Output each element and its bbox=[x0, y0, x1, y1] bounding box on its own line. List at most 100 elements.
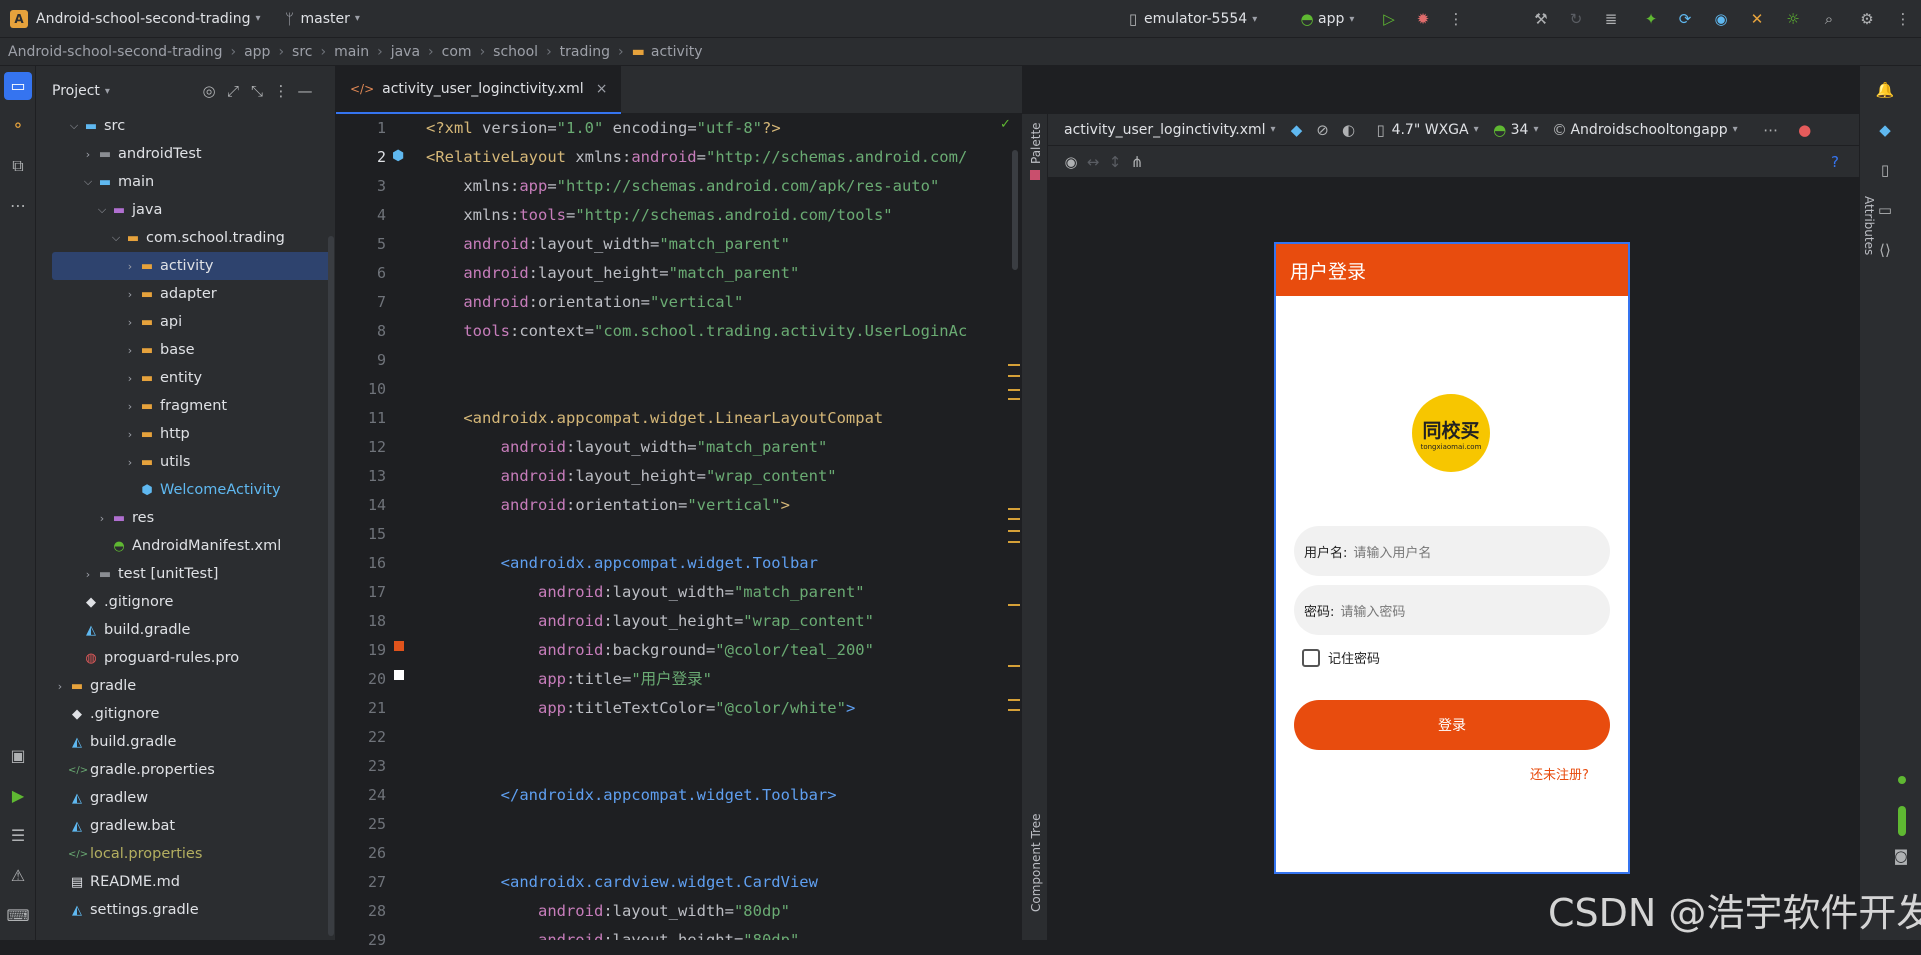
debug-icon[interactable]: ✹ bbox=[1412, 9, 1434, 29]
chevron-right-icon[interactable]: › bbox=[80, 148, 96, 161]
tree-row-adapter[interactable]: › ▬ adapter bbox=[36, 280, 335, 308]
api-level-selector[interactable]: ◓ 34 ▾ bbox=[1489, 120, 1538, 140]
tree-row-com-school-trading[interactable]: ⌵ ▬ com.school.trading bbox=[36, 224, 335, 252]
chevron-right-icon[interactable]: › bbox=[52, 680, 68, 693]
chevron-right-icon[interactable]: › bbox=[122, 288, 138, 301]
chevron-right-icon[interactable]: › bbox=[122, 428, 138, 441]
structure-icon[interactable]: ⧉ bbox=[0, 146, 36, 186]
breadcrumb-item[interactable]: school bbox=[493, 44, 538, 60]
chevron-right-icon[interactable]: › bbox=[122, 260, 138, 273]
night-mode-icon[interactable]: ◐ bbox=[1338, 120, 1360, 140]
layout-file-selector[interactable]: activity_user_loginctivity.xml ▾ bbox=[1064, 122, 1276, 138]
tree-row-fragment[interactable]: › ▬ fragment bbox=[36, 392, 335, 420]
run-config-selector[interactable]: ◓ app ▾ bbox=[1296, 9, 1354, 29]
project-switcher[interactable]: A Android-school-second-trading ▾ bbox=[10, 9, 261, 28]
tree-scrollbar[interactable] bbox=[328, 236, 334, 936]
hide-icon[interactable]: — bbox=[294, 81, 316, 101]
device-size-selector[interactable]: ▯ 4.7" WXGA ▾ bbox=[1370, 120, 1478, 140]
device-manager-tool-icon[interactable]: ▯ bbox=[1874, 160, 1896, 180]
run-tool-icon[interactable]: ▶ bbox=[0, 776, 36, 816]
remember-password-checkbox[interactable]: 记住密码 bbox=[1302, 648, 1380, 667]
profiler-icon[interactable]: ≣ bbox=[1600, 9, 1622, 29]
app-inspection-icon[interactable]: ⚠ bbox=[0, 856, 36, 896]
tree-row-proguard-rules-pro[interactable]: ◍ proguard-rules.pro bbox=[36, 644, 335, 672]
chevron-down-icon[interactable]: ⌵ bbox=[80, 175, 96, 189]
more-icon[interactable]: ⋯ bbox=[1760, 120, 1782, 140]
chevron-right-icon[interactable]: › bbox=[122, 456, 138, 469]
layout-preview[interactable]: 用户登录 同校买 tongxiaomai.com 用户名: 请输入用户名 密码:… bbox=[1274, 242, 1630, 874]
chevron-down-icon[interactable]: ⌵ bbox=[94, 203, 110, 217]
theme-selector[interactable]: © Androidschooltongapp ▾ bbox=[1548, 120, 1738, 140]
preview-toolbar[interactable]: 用户登录 bbox=[1276, 244, 1628, 296]
tree-row-gradle-properties[interactable]: </> gradle.properties bbox=[36, 756, 335, 784]
expand-icon[interactable]: ⤢ bbox=[222, 81, 244, 101]
branch-switcher[interactable]: ᛘ master ▾ bbox=[279, 9, 360, 29]
breadcrumb-item[interactable]: app bbox=[244, 44, 270, 60]
chevron-right-icon[interactable]: › bbox=[122, 372, 138, 385]
rerun-icon[interactable]: ↻ bbox=[1565, 9, 1587, 29]
chevron-down-icon[interactable]: ⌵ bbox=[66, 119, 82, 133]
attributes-tab[interactable]: Attributes bbox=[1862, 196, 1876, 255]
options-icon[interactable]: ⋮ bbox=[270, 81, 292, 101]
tree-row--gitignore[interactable]: ◆ .gitignore bbox=[36, 588, 335, 616]
build-icon[interactable]: ⚒ bbox=[1530, 9, 1552, 29]
code-tool-icon[interactable]: ⟨⟩ bbox=[1874, 240, 1896, 260]
running-devices-icon[interactable]: ▭ bbox=[1874, 200, 1896, 220]
search-icon[interactable]: ⌕ bbox=[1818, 9, 1840, 29]
chevron-right-icon[interactable]: › bbox=[122, 316, 138, 329]
login-button[interactable]: 登录 bbox=[1294, 700, 1610, 750]
bug-icon[interactable]: ☼ bbox=[1782, 9, 1804, 29]
breadcrumb-item[interactable]: main bbox=[334, 44, 369, 60]
tree-row-entity[interactable]: › ▬ entity bbox=[36, 364, 335, 392]
error-icon[interactable]: ● bbox=[1794, 120, 1816, 140]
breadcrumb-item[interactable]: Android-school-second-trading bbox=[8, 44, 222, 60]
tree-row-java[interactable]: ⌵ ▬ java bbox=[36, 196, 335, 224]
chevron-right-icon[interactable]: › bbox=[122, 400, 138, 413]
chevron-right-icon[interactable]: › bbox=[80, 568, 96, 581]
breadcrumb-item[interactable]: src bbox=[292, 44, 312, 60]
camera-icon[interactable]: ◙ bbox=[1890, 846, 1912, 866]
tree-row-api[interactable]: › ▬ api bbox=[36, 308, 335, 336]
tree-row-test-unittest-[interactable]: › ▬ test [unitTest] bbox=[36, 560, 335, 588]
code-editor[interactable]: <?xml version="1.0" encoding="utf-8"?> <R… bbox=[426, 114, 1022, 940]
tree-row-http[interactable]: › ▬ http bbox=[36, 420, 335, 448]
device-manager-icon[interactable]: ◉ bbox=[1710, 9, 1732, 29]
design-surface-icon[interactable]: ◆ bbox=[1286, 120, 1308, 140]
build-variants-icon[interactable]: ▣ bbox=[0, 736, 36, 776]
tree-row-readme-md[interactable]: ▤ README.md bbox=[36, 868, 335, 896]
zoom-slider[interactable] bbox=[1898, 806, 1906, 836]
gradle-sync-icon[interactable]: ⟳ bbox=[1674, 9, 1696, 29]
tree-row--gitignore[interactable]: ◆ .gitignore bbox=[36, 700, 335, 728]
breadcrumb-item[interactable]: java bbox=[391, 44, 420, 60]
editor-scrollbar[interactable] bbox=[1012, 150, 1018, 270]
sync-icon[interactable]: ✦ bbox=[1640, 9, 1662, 29]
notifications-icon[interactable]: 🔔 bbox=[1874, 80, 1896, 100]
component-tree-tab[interactable]: Component Tree bbox=[1029, 814, 1043, 912]
logcat-icon[interactable]: ☰ bbox=[0, 816, 36, 856]
help-icon[interactable]: ? bbox=[1824, 152, 1846, 172]
magnet-icon[interactable]: ⋔ bbox=[1126, 152, 1148, 172]
gradle-tool-icon[interactable]: ◆ bbox=[1874, 120, 1896, 140]
collapse-icon[interactable]: ⤡ bbox=[246, 81, 268, 101]
tree-row-res[interactable]: › ▬ res bbox=[36, 504, 335, 532]
close-icon[interactable]: × bbox=[596, 81, 608, 97]
tree-row-build-gradle[interactable]: ◭ build.gradle bbox=[36, 728, 335, 756]
chevron-down-icon[interactable]: ⌵ bbox=[108, 231, 124, 245]
more-icon[interactable]: ⋮ bbox=[1445, 9, 1467, 29]
breadcrumb-item[interactable]: activity bbox=[651, 44, 703, 60]
tree-row-base[interactable]: › ▬ base bbox=[36, 336, 335, 364]
tree-row-androidmanifest-xml[interactable]: ◓ AndroidManifest.xml bbox=[36, 532, 335, 560]
username-field[interactable]: 用户名: 请输入用户名 bbox=[1294, 526, 1610, 576]
chevron-right-icon[interactable]: › bbox=[122, 344, 138, 357]
password-field[interactable]: 密码: 请输入密码 bbox=[1294, 585, 1610, 635]
more-tools-icon[interactable]: ⋯ bbox=[0, 186, 36, 226]
chevron-right-icon[interactable]: › bbox=[94, 512, 110, 525]
tree-row-src[interactable]: ⌵ ▬ src bbox=[36, 112, 335, 140]
tree-row-activity[interactable]: › ▬ activity bbox=[52, 252, 331, 280]
device-selector[interactable]: ▯ emulator-5554 ▾ bbox=[1122, 9, 1257, 29]
tree-row-gradlew[interactable]: ◭ gradlew bbox=[36, 784, 335, 812]
breadcrumb-item[interactable]: trading bbox=[560, 44, 610, 60]
commit-icon[interactable]: ⚬ bbox=[0, 106, 36, 146]
locate-icon[interactable]: ◎ bbox=[198, 81, 220, 101]
register-link[interactable]: 还未注册? bbox=[1530, 764, 1589, 783]
